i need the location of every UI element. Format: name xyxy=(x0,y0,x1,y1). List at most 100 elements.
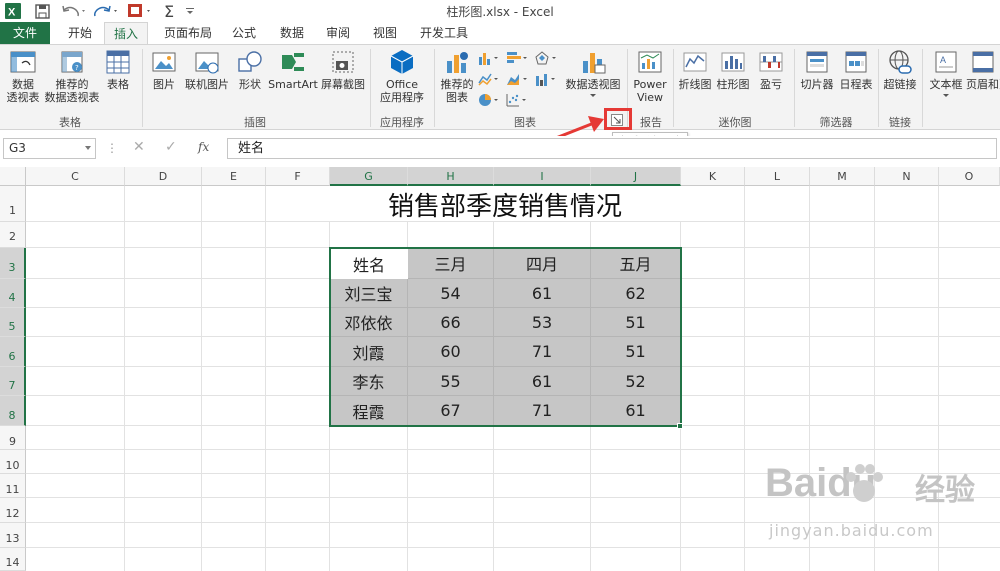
power-view-icon xyxy=(638,51,662,73)
select-all-corner[interactable] xyxy=(0,167,26,186)
tab-file[interactable]: 文件 xyxy=(0,22,50,44)
column-header-j[interactable]: J xyxy=(591,167,681,186)
cell-i7[interactable]: 61 xyxy=(494,367,591,396)
cell-g4[interactable]: 刘三宝 xyxy=(330,279,408,308)
cell-j6[interactable]: 51 xyxy=(591,337,681,367)
row-header-5[interactable]: 5 xyxy=(0,308,26,337)
cancel-icon[interactable]: ✕ xyxy=(133,139,145,155)
row-header-14[interactable]: 14 xyxy=(0,548,26,571)
tab-insert[interactable]: 插入 xyxy=(104,22,148,45)
bar-chart-icon[interactable] xyxy=(506,51,530,65)
row-header-4[interactable]: 4 xyxy=(0,279,26,308)
header-footer-button[interactable]: 页眉和页 xyxy=(966,49,1000,91)
timeline-button[interactable]: 日程表 xyxy=(836,49,876,91)
column-chart-icon[interactable] xyxy=(478,51,502,65)
column-header-n[interactable]: N xyxy=(875,167,939,186)
column-header-l[interactable]: L xyxy=(745,167,810,186)
shapes-button[interactable]: 形状 xyxy=(233,49,267,91)
tab-view[interactable]: 视图 xyxy=(367,22,403,44)
hyperlink-button[interactable]: 超链接 xyxy=(880,49,920,91)
name-box-dropdown-icon[interactable] xyxy=(84,146,92,151)
tab-data[interactable]: 数据 xyxy=(274,22,310,44)
cell-h4[interactable]: 54 xyxy=(408,279,494,308)
area-chart-icon[interactable] xyxy=(506,72,530,86)
column-header-f[interactable]: F xyxy=(266,167,330,186)
column-header-d[interactable]: D xyxy=(125,167,202,186)
tab-home[interactable]: 开始 xyxy=(62,22,98,44)
cell-i6[interactable]: 71 xyxy=(494,337,591,367)
formula-bar-grip-icon: ⋮ xyxy=(106,141,118,155)
sheet-title-cell[interactable]: 销售部季度销售情况 xyxy=(330,186,680,222)
row-header-3[interactable]: 3 xyxy=(0,248,26,279)
picture-button[interactable]: 图片 xyxy=(147,49,181,91)
column-header-i[interactable]: I xyxy=(494,167,591,186)
row-header-12[interactable]: 12 xyxy=(0,498,26,523)
name-box[interactable]: G3 xyxy=(3,138,96,159)
screenshot-button[interactable]: 屏幕截图 xyxy=(320,49,366,91)
cell-g3[interactable]: 姓名 xyxy=(330,248,408,279)
row-header-9[interactable]: 9 xyxy=(0,426,26,450)
cell-h5[interactable]: 66 xyxy=(408,308,494,337)
watermark-brand-cn: 经验 xyxy=(915,473,975,508)
cell-h7[interactable]: 55 xyxy=(408,367,494,396)
cell-j5[interactable]: 51 xyxy=(591,308,681,337)
column-header-e[interactable]: E xyxy=(202,167,266,186)
column-header-h[interactable]: H xyxy=(408,167,494,186)
fill-handle[interactable] xyxy=(677,423,683,429)
tab-page-layout[interactable]: 页面布局 xyxy=(158,22,218,44)
cell-h3[interactable]: 三月 xyxy=(408,248,494,279)
sparkline-line-button[interactable]: 折线图 xyxy=(676,49,714,91)
power-view-button[interactable]: Power View xyxy=(630,49,670,104)
textbox-button[interactable]: A 文本框 xyxy=(926,49,966,98)
table-button[interactable]: 表格 xyxy=(103,49,133,91)
pie-chart-icon[interactable] xyxy=(478,93,502,107)
formula-input[interactable]: 姓名 xyxy=(227,138,997,159)
cell-g6[interactable]: 刘霞 xyxy=(330,337,408,367)
pivot-table-button[interactable]: 数据 透视表 xyxy=(4,49,42,104)
row-header-8[interactable]: 8 xyxy=(0,396,26,426)
row-header-11[interactable]: 11 xyxy=(0,474,26,498)
recommended-charts-button[interactable]: 推荐的 图表 xyxy=(437,49,477,104)
cell-j3[interactable]: 五月 xyxy=(591,248,681,279)
column-header-k[interactable]: K xyxy=(681,167,745,186)
online-picture-button[interactable]: 联机图片 xyxy=(183,49,231,91)
cell-i8[interactable]: 71 xyxy=(494,396,591,426)
row-header-1[interactable]: 1 xyxy=(0,186,26,222)
cell-i5[interactable]: 53 xyxy=(494,308,591,337)
office-apps-button[interactable]: Office 应用程序 xyxy=(374,49,430,104)
column-header-m[interactable]: M xyxy=(810,167,875,186)
row-header-10[interactable]: 10 xyxy=(0,450,26,474)
scatter-chart-icon[interactable] xyxy=(506,93,530,107)
cell-g8[interactable]: 程霞 xyxy=(330,396,408,426)
row-header-7[interactable]: 7 xyxy=(0,367,26,396)
sparkline-column-button[interactable]: 柱形图 xyxy=(714,49,752,91)
column-header-g[interactable]: G xyxy=(330,167,408,186)
cell-h6[interactable]: 60 xyxy=(408,337,494,367)
row-header-6[interactable]: 6 xyxy=(0,337,26,367)
tab-review[interactable]: 审阅 xyxy=(320,22,356,44)
recommended-pivot-button[interactable]: ? 推荐的 数据透视表 xyxy=(44,49,100,104)
cell-g7[interactable]: 李东 xyxy=(330,367,408,396)
cell-j4[interactable]: 62 xyxy=(591,279,681,308)
pivot-chart-button[interactable]: 数据透视图 xyxy=(562,49,624,98)
cell-i4[interactable]: 61 xyxy=(494,279,591,308)
insert-function-icon[interactable]: fx xyxy=(198,140,209,154)
column-header-o[interactable]: O xyxy=(939,167,1000,186)
cell-i3[interactable]: 四月 xyxy=(494,248,591,279)
smartart-button[interactable]: SmartArt xyxy=(268,49,318,91)
enter-icon[interactable]: ✓ xyxy=(165,139,177,155)
stock-chart-icon[interactable] xyxy=(535,72,559,86)
row-header-13[interactable]: 13 xyxy=(0,523,26,548)
radar-chart-icon[interactable] xyxy=(535,51,559,65)
cell-j8[interactable]: 61 xyxy=(591,396,681,426)
row-header-2[interactable]: 2 xyxy=(0,222,26,248)
cell-g5[interactable]: 邓依依 xyxy=(330,308,408,337)
column-header-c[interactable]: C xyxy=(26,167,125,186)
cell-j7[interactable]: 52 xyxy=(591,367,681,396)
line-chart-icon[interactable] xyxy=(478,72,502,86)
tab-formulas[interactable]: 公式 xyxy=(226,22,262,44)
tab-developer[interactable]: 开发工具 xyxy=(414,22,474,44)
cell-h8[interactable]: 67 xyxy=(408,396,494,426)
sparkline-winloss-button[interactable]: 盈亏 xyxy=(754,49,788,91)
slicer-button[interactable]: 切片器 xyxy=(798,49,836,91)
